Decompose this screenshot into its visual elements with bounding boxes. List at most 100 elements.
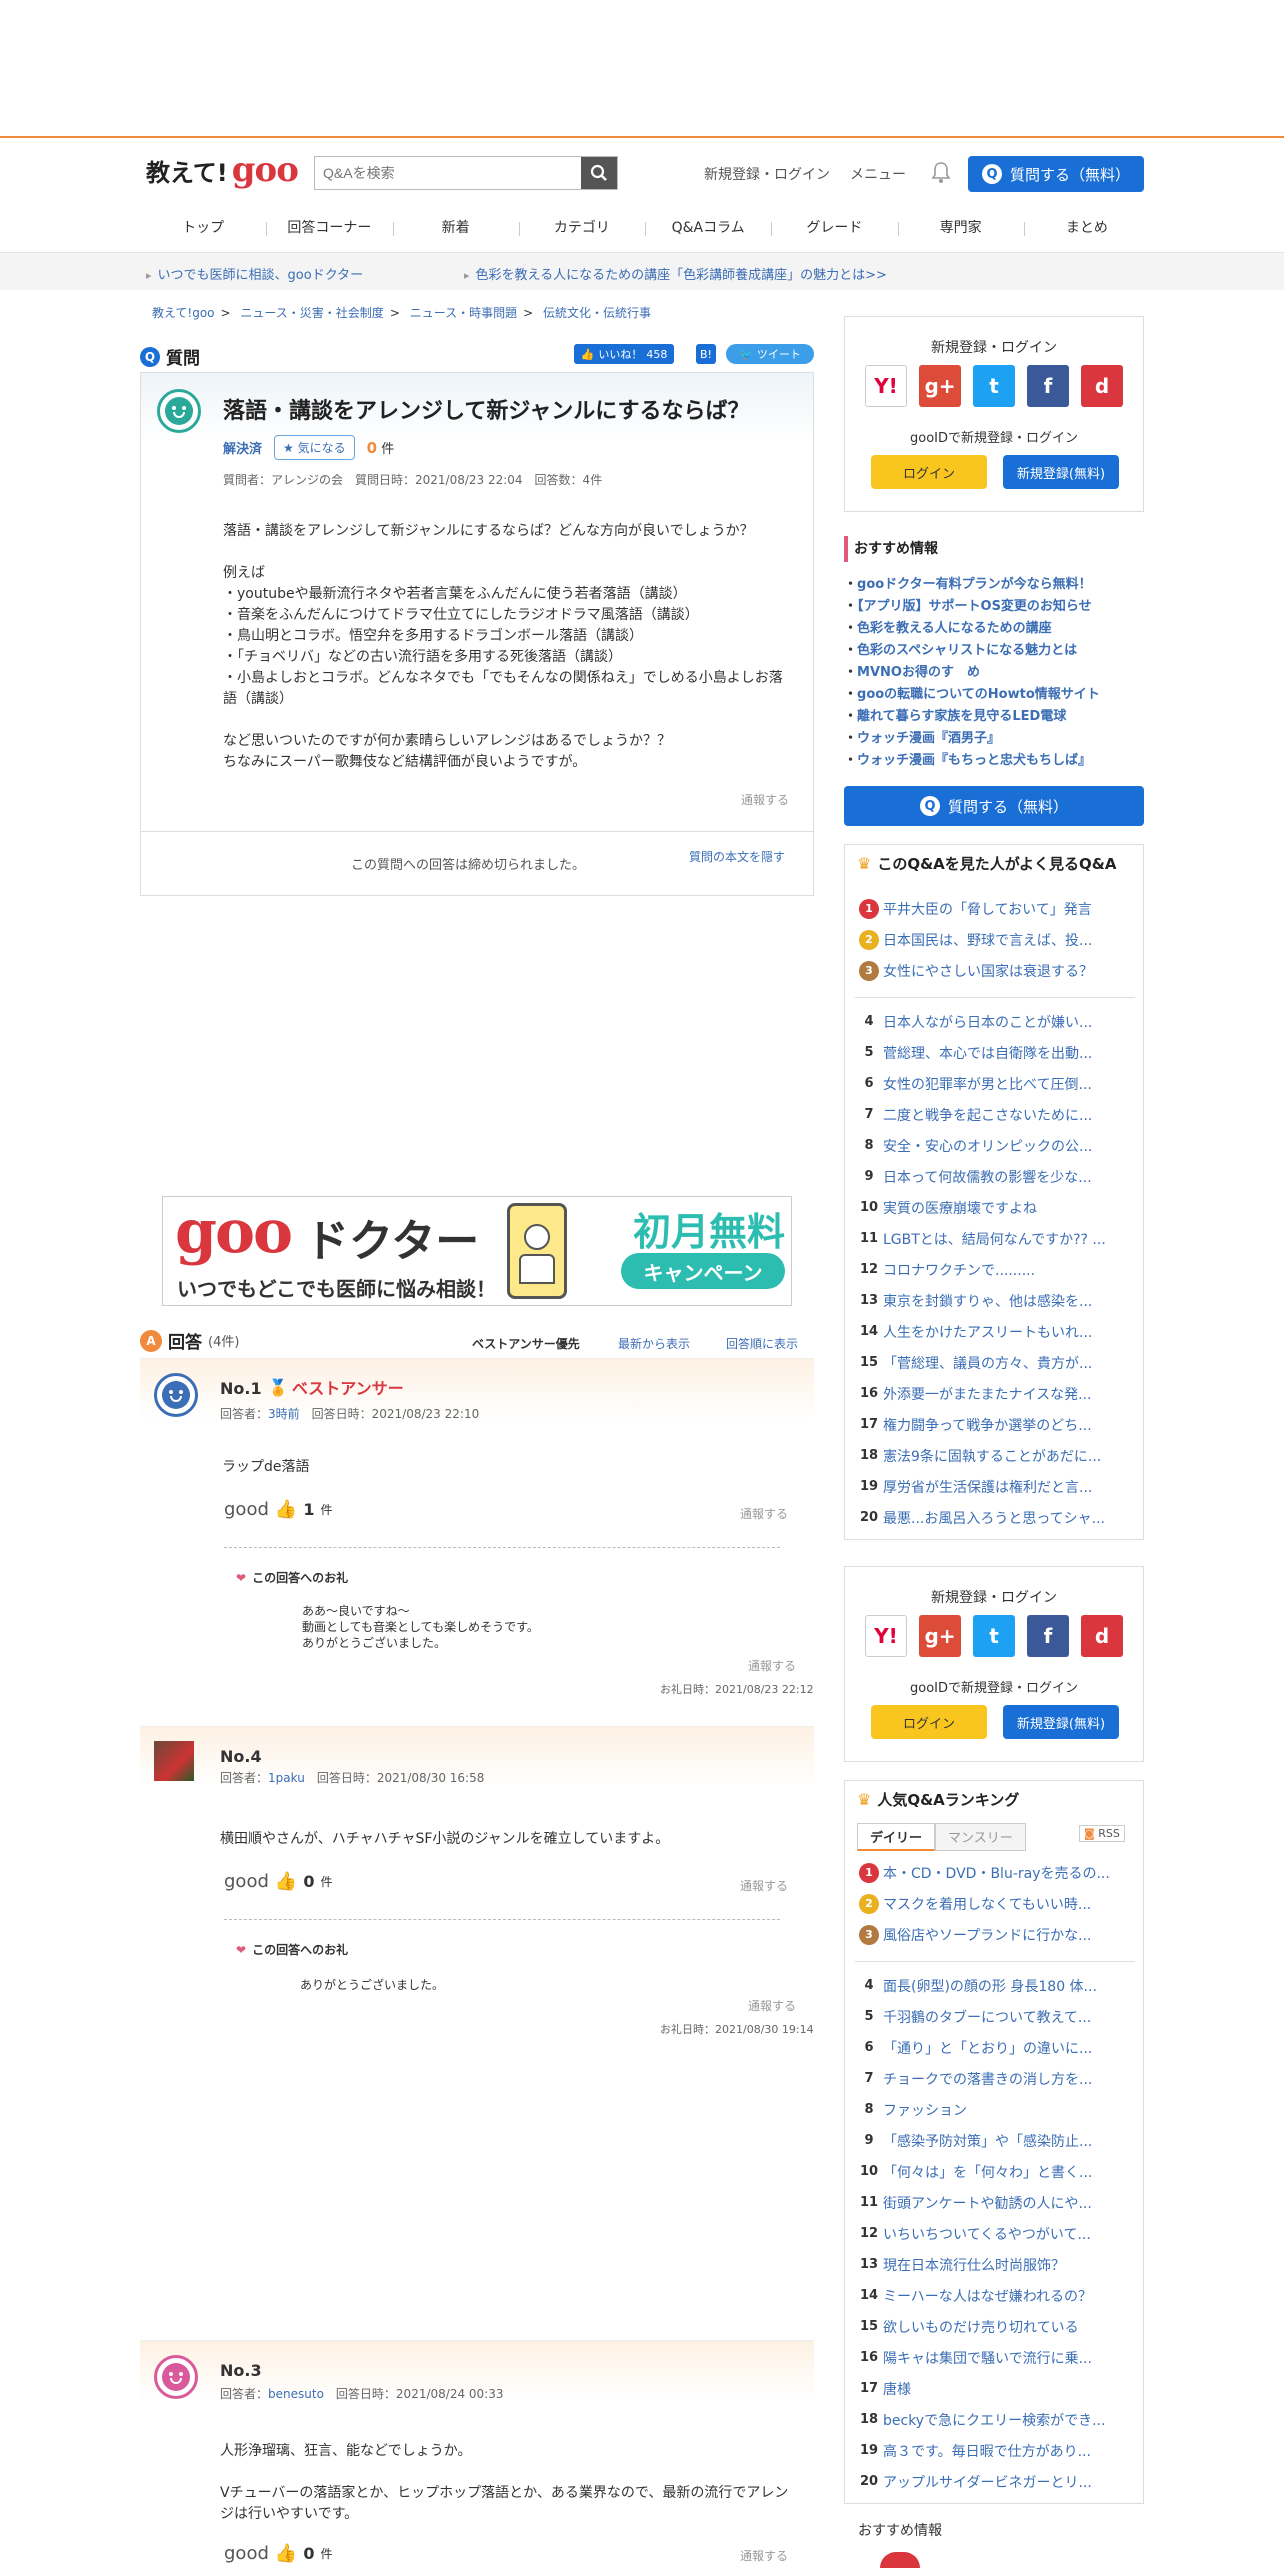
sort-order[interactable]: 回答順に表示 bbox=[726, 1335, 798, 1352]
sort-newest[interactable]: 最新から表示 bbox=[618, 1335, 690, 1352]
google-plus-icon[interactable]: g+ bbox=[919, 365, 961, 407]
report-link[interactable]: 通報する bbox=[740, 2547, 788, 2564]
good-button[interactable]: good 👍 1 件 bbox=[224, 1499, 332, 1520]
report-link[interactable]: 通報する bbox=[740, 1505, 788, 1522]
recommend-item[interactable]: gooの転職についてのHowto情報サイト bbox=[844, 684, 1144, 706]
report-link[interactable]: 通報する bbox=[748, 1997, 796, 2014]
related-item[interactable]: 13 東京を封鎖すりゃ、他は感染を... bbox=[855, 1285, 1135, 1316]
ranking-item[interactable]: 7 チョークでの落書きの消し方を... bbox=[855, 2063, 1135, 2094]
promo-link-doctor[interactable]: いつでも医師に相談、gooドクター bbox=[146, 264, 364, 283]
sort-best[interactable]: ベストアンサー優先 bbox=[472, 1335, 580, 1352]
nav-summary[interactable]: まとめ bbox=[1023, 210, 1150, 246]
breadcrumb-item[interactable]: ニュース・災害・社会制度 bbox=[240, 306, 383, 320]
ranking-item[interactable]: 17 唐様 bbox=[855, 2373, 1135, 2404]
site-logo[interactable]: 教えて! goo bbox=[146, 150, 299, 190]
watch-button[interactable]: ★ 気になる bbox=[274, 435, 355, 460]
bell-icon[interactable] bbox=[930, 160, 952, 184]
related-item[interactable]: 20 最悪...お風呂入ろうと思ってシャ... bbox=[855, 1502, 1135, 1533]
nav-top[interactable]: トップ bbox=[140, 210, 266, 246]
ranking-item[interactable]: 14 ミーハーな人はなぜ嫌われるの？ bbox=[855, 2280, 1135, 2311]
login-button[interactable]: ログイン bbox=[871, 455, 987, 489]
report-link[interactable]: 通報する bbox=[741, 791, 789, 808]
recommend-item[interactable]: 色彩を教える人になるための講座 bbox=[844, 618, 1144, 640]
answerer-avatar[interactable] bbox=[154, 2355, 198, 2399]
ranking-item[interactable]: 2 マスクを着用しなくてもいい時... bbox=[855, 1888, 1135, 1919]
answerer-avatar[interactable] bbox=[154, 1373, 198, 1417]
related-item[interactable]: 8 安全・安心のオリンピックの公... bbox=[855, 1130, 1135, 1161]
ranking-item[interactable]: 8 ファッション bbox=[855, 2094, 1135, 2125]
breadcrumb-item[interactable]: 伝統文化・伝統行事 bbox=[543, 306, 651, 320]
recommend-item[interactable]: ウォッチ漫画『酒男子』 bbox=[844, 728, 1144, 750]
related-item[interactable]: 14 人生をかけたアスリートもいれ... bbox=[855, 1316, 1135, 1347]
related-item[interactable]: 3 女性にやさしい国家は衰退する？ bbox=[855, 955, 1135, 986]
facebook-icon[interactable]: f bbox=[1027, 365, 1069, 407]
recommend-item[interactable]: ウォッチ漫画『もちっと忠犬もちしば』 bbox=[844, 750, 1144, 772]
report-link[interactable]: 通報する bbox=[740, 1877, 788, 1894]
recommend-item[interactable]: MVNOお得のす め bbox=[844, 662, 1144, 684]
recommend-item[interactable]: 【アプリ版】サポートOS変更のお知らせ bbox=[844, 596, 1144, 618]
report-link[interactable]: 通報する bbox=[748, 1657, 796, 1674]
answerer-link[interactable]: 1paku bbox=[268, 1771, 305, 1785]
ranking-item[interactable]: 4 面長(卵型)の顔の形 身長180 体... bbox=[855, 1970, 1135, 2001]
ranking-item[interactable]: 13 現在日本流行仕么时尚服饰？ bbox=[855, 2249, 1135, 2280]
good-button[interactable]: good 👍 0 件 bbox=[224, 2543, 332, 2564]
tab-monthly[interactable]: マンスリー bbox=[935, 1823, 1026, 1851]
related-item[interactable]: 16 外添要一がまたまたナイスな発... bbox=[855, 1378, 1135, 1409]
ranking-item[interactable]: 15 欲しいものだけ売り切れている bbox=[855, 2311, 1135, 2342]
related-item[interactable]: 4 日本人ながら日本のことが嫌い... bbox=[855, 1006, 1135, 1037]
related-item[interactable]: 5 菅総理、本心では自衛隊を出動... bbox=[855, 1037, 1135, 1068]
signup-button[interactable]: 新規登録(無料) bbox=[1003, 455, 1119, 489]
ranking-item[interactable]: 1 本・CD・DVD・Blu-rayを売るの... bbox=[855, 1857, 1135, 1888]
nav-category[interactable]: カテゴリ bbox=[518, 210, 645, 246]
login-button[interactable]: ログイン bbox=[871, 1705, 987, 1739]
nav-experts[interactable]: 専門家 bbox=[897, 210, 1024, 246]
ranking-item[interactable]: 10 「何々は」を「何々わ」と書く... bbox=[855, 2156, 1135, 2187]
related-item[interactable]: 12 コロナワクチンで......... bbox=[855, 1254, 1135, 1285]
recommend-item[interactable]: 色彩のスペシャリストになる魅力とは bbox=[844, 640, 1144, 662]
rss-link[interactable]: ◙ RSS bbox=[1079, 1825, 1125, 1842]
menu-link[interactable]: メニュー bbox=[850, 164, 906, 184]
answerer-link[interactable]: 3時前 bbox=[268, 1407, 300, 1421]
facebook-icon[interactable]: f bbox=[1027, 1615, 1069, 1657]
related-item[interactable]: 9 日本って何故儒教の影響を少な... bbox=[855, 1161, 1135, 1192]
hide-body-link[interactable]: 質問の本文を隠す bbox=[689, 848, 785, 865]
tab-daily[interactable]: デイリー bbox=[857, 1823, 936, 1851]
bookmark-icon[interactable]: B! bbox=[696, 344, 716, 364]
breadcrumb-item[interactable]: 教えて!goo bbox=[152, 306, 215, 320]
search-input[interactable] bbox=[315, 157, 581, 189]
google-plus-icon[interactable]: g+ bbox=[919, 1615, 961, 1657]
ranking-item[interactable]: 9 「感染予防対策」や「感染防止... bbox=[855, 2125, 1135, 2156]
yahoo-icon[interactable]: Y! bbox=[865, 1615, 907, 1657]
related-item[interactable]: 7 二度と戦争を起こさないために... bbox=[855, 1099, 1135, 1130]
twitter-icon[interactable]: t bbox=[973, 365, 1015, 407]
ask-question-button[interactable]: Q 質問する（無料） bbox=[844, 786, 1144, 826]
ask-question-button[interactable]: Q 質問する（無料） bbox=[968, 156, 1144, 192]
related-item[interactable]: 17 権力闘争って戦争か選挙のどち... bbox=[855, 1409, 1135, 1440]
related-item[interactable]: 6 女性の犯罪率が男と比べて圧倒... bbox=[855, 1068, 1135, 1099]
related-item[interactable]: 19 厚労省が生活保護は権利だと言... bbox=[855, 1471, 1135, 1502]
recommend-item[interactable]: gooドクター有料プランが今なら無料！ bbox=[844, 574, 1144, 596]
promo-link-color[interactable]: 色彩を教える人になるための講座「色彩講師養成講座」の魅力とは>> bbox=[464, 264, 887, 283]
recommend-item[interactable]: 離れて暮らす家族を見守るLED電球 bbox=[844, 706, 1144, 728]
answerer-link[interactable]: benesuto bbox=[268, 2387, 324, 2401]
goo-doctor-ad[interactable]: goo ドクター いつでもどこでも医師に悩み相談！ 初月無料 キャンペーン bbox=[162, 1196, 792, 1306]
related-item[interactable]: 15 「菅総理、議員の方々、貴方が... bbox=[855, 1347, 1135, 1378]
ranking-item[interactable]: 11 街頭アンケートや勧誘の人にや... bbox=[855, 2187, 1135, 2218]
ranking-item[interactable]: 19 高３です。毎日暇で仕方があり... bbox=[855, 2435, 1135, 2466]
tweet-button[interactable]: 🐦 ツイート bbox=[726, 344, 814, 364]
related-item[interactable]: 11 LGBTとは、結局何なんですか?? ... bbox=[855, 1223, 1135, 1254]
ranking-item[interactable]: 18 beckyで急にクエリー検索ができ... bbox=[855, 2404, 1135, 2435]
like-button[interactable]: 👍 いいね！ 458 bbox=[574, 344, 674, 364]
ranking-item[interactable]: 12 いちいちついてくるやつがいて... bbox=[855, 2218, 1135, 2249]
docomo-icon[interactable]: d bbox=[1081, 1615, 1123, 1657]
questioner-avatar[interactable] bbox=[157, 389, 201, 433]
ranking-item[interactable]: 16 陽キャは集団で騒いで流行に乗... bbox=[855, 2342, 1135, 2373]
signup-login-link[interactable]: 新規登録・ログイン bbox=[704, 164, 830, 184]
ranking-item[interactable]: 3 風俗店やソープランドに行かな... bbox=[855, 1919, 1135, 1950]
nav-qa-column[interactable]: Q&Aコラム bbox=[645, 210, 771, 246]
related-item[interactable]: 2 日本国民は、野球で言えば、投... bbox=[855, 924, 1135, 955]
nav-answer-corner[interactable]: 回答コーナー bbox=[266, 210, 392, 246]
good-button[interactable]: good 👍 0 件 bbox=[224, 1871, 332, 1892]
signup-button[interactable]: 新規登録(無料) bbox=[1003, 1705, 1119, 1739]
ranking-item[interactable]: 5 千羽鶴のタブーについて教えて... bbox=[855, 2001, 1135, 2032]
